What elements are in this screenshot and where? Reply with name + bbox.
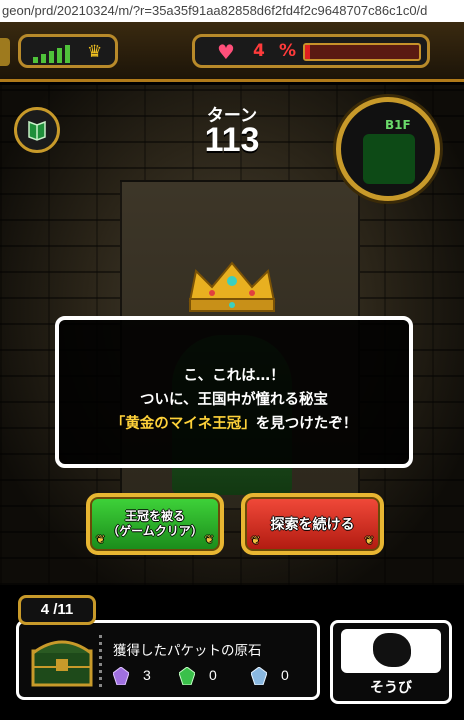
status-bar-ornament bbox=[0, 38, 10, 66]
equipment-label: そうび bbox=[370, 680, 412, 696]
heart-icon: ♥ bbox=[217, 40, 235, 64]
green-gem-count: 0 bbox=[209, 667, 217, 683]
minimap-icon bbox=[363, 134, 415, 184]
url-bar[interactable]: geon/prd/20210324/m/?r=35a35f91aa82858d6… bbox=[0, 0, 464, 22]
stone-counter: 4 /11 bbox=[18, 595, 96, 625]
equipment-button[interactable]: そうび bbox=[330, 620, 452, 704]
loot-title: 獲得したパケットの原石 bbox=[113, 643, 262, 659]
ornament-icon: ❦ bbox=[204, 533, 214, 546]
wear-crown-label: 王冠を被る bbox=[124, 509, 185, 523]
blue-gem-icon bbox=[251, 667, 267, 685]
ornament-icon: ❦ bbox=[96, 533, 106, 546]
stamina-bar bbox=[303, 43, 421, 61]
dialog-line-3-suffix: を見つけたぞ！ bbox=[255, 416, 358, 432]
continue-label: 探索を続ける bbox=[270, 517, 355, 533]
golden-crown-icon bbox=[188, 261, 276, 312]
ornament-icon: ❦ bbox=[251, 534, 261, 547]
item-name: 「黄金のマイネ王冠」 bbox=[110, 416, 256, 432]
crown-icon: ♛ bbox=[87, 42, 103, 62]
stamina-panel: ♥ 4 % bbox=[192, 34, 430, 68]
dialog-line-2: ついに、王国中が憧れる秘宝 bbox=[139, 392, 329, 408]
signal-panel: ♛ bbox=[18, 34, 118, 68]
wear-crown-button[interactable]: 王冠を被る （ゲームクリア） ❦ ❦ bbox=[86, 493, 224, 555]
treasure-chest-icon bbox=[31, 640, 93, 687]
status-bar: ♛ ♥ 4 % bbox=[0, 22, 464, 82]
dialog-line-1: こ、これは…！ bbox=[183, 368, 285, 384]
stamina-value: 4 bbox=[253, 41, 265, 61]
helmet-icon bbox=[373, 633, 411, 667]
message-dialog: こ、これは…！ ついに、王国中が憧れる秘宝 「黄金のマイネ王冠」を見つけたぞ！ bbox=[55, 316, 413, 468]
equipment-preview bbox=[341, 629, 441, 673]
continue-exploring-button[interactable]: 探索を続ける ❦ ❦ bbox=[241, 493, 384, 555]
game-clear-label: （ゲームクリア） bbox=[107, 524, 203, 538]
loot-panel: 獲得したパケットの原石 3 0 0 bbox=[16, 620, 320, 700]
signal-bars-icon bbox=[33, 43, 70, 63]
stamina-unit: % bbox=[279, 41, 297, 61]
floor-label: B1F bbox=[385, 118, 411, 132]
ornament-icon: ❦ bbox=[364, 534, 374, 547]
green-gem-icon bbox=[179, 667, 195, 685]
purple-gem-count: 3 bbox=[143, 667, 151, 683]
minimap[interactable]: B1F bbox=[336, 97, 440, 201]
divider bbox=[99, 635, 102, 691]
bottom-panel: 獲得したパケットの原石 3 0 0 4 /11 そうび bbox=[0, 585, 464, 720]
purple-gem-icon bbox=[113, 667, 129, 685]
dialog-line-3: 「黄金のマイネ王冠」を見つけたぞ！ bbox=[59, 412, 409, 433]
blue-gem-count: 0 bbox=[281, 667, 289, 683]
stamina-bar-fill bbox=[305, 45, 310, 59]
